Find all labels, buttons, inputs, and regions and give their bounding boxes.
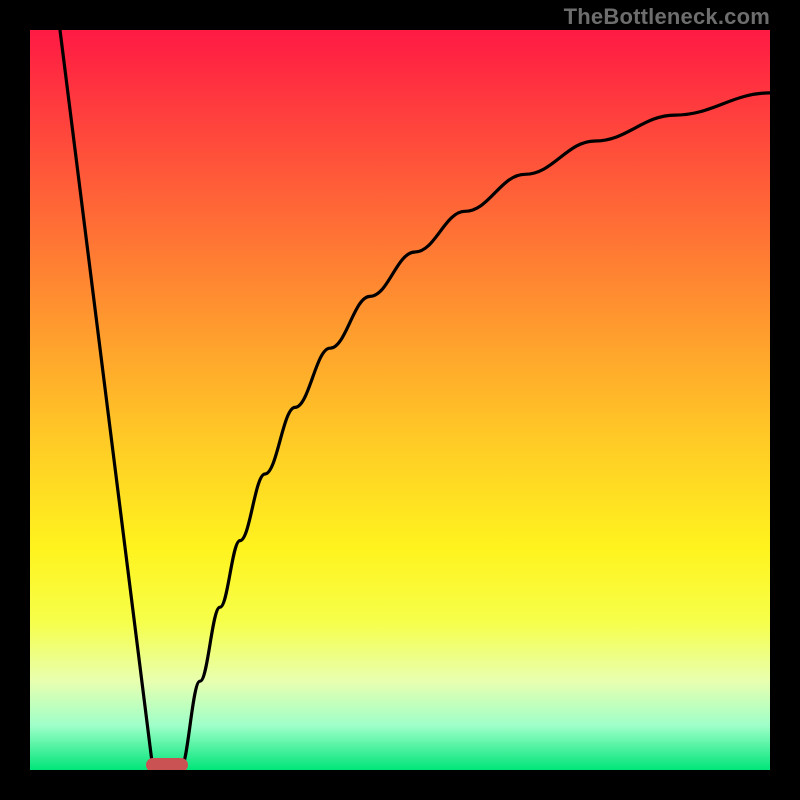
- optimum-marker: [146, 758, 188, 770]
- bottleneck-curve: [30, 30, 770, 770]
- chart-frame: TheBottleneck.com: [0, 0, 800, 800]
- watermark-text: TheBottleneck.com: [564, 4, 770, 30]
- plot-area: [30, 30, 770, 770]
